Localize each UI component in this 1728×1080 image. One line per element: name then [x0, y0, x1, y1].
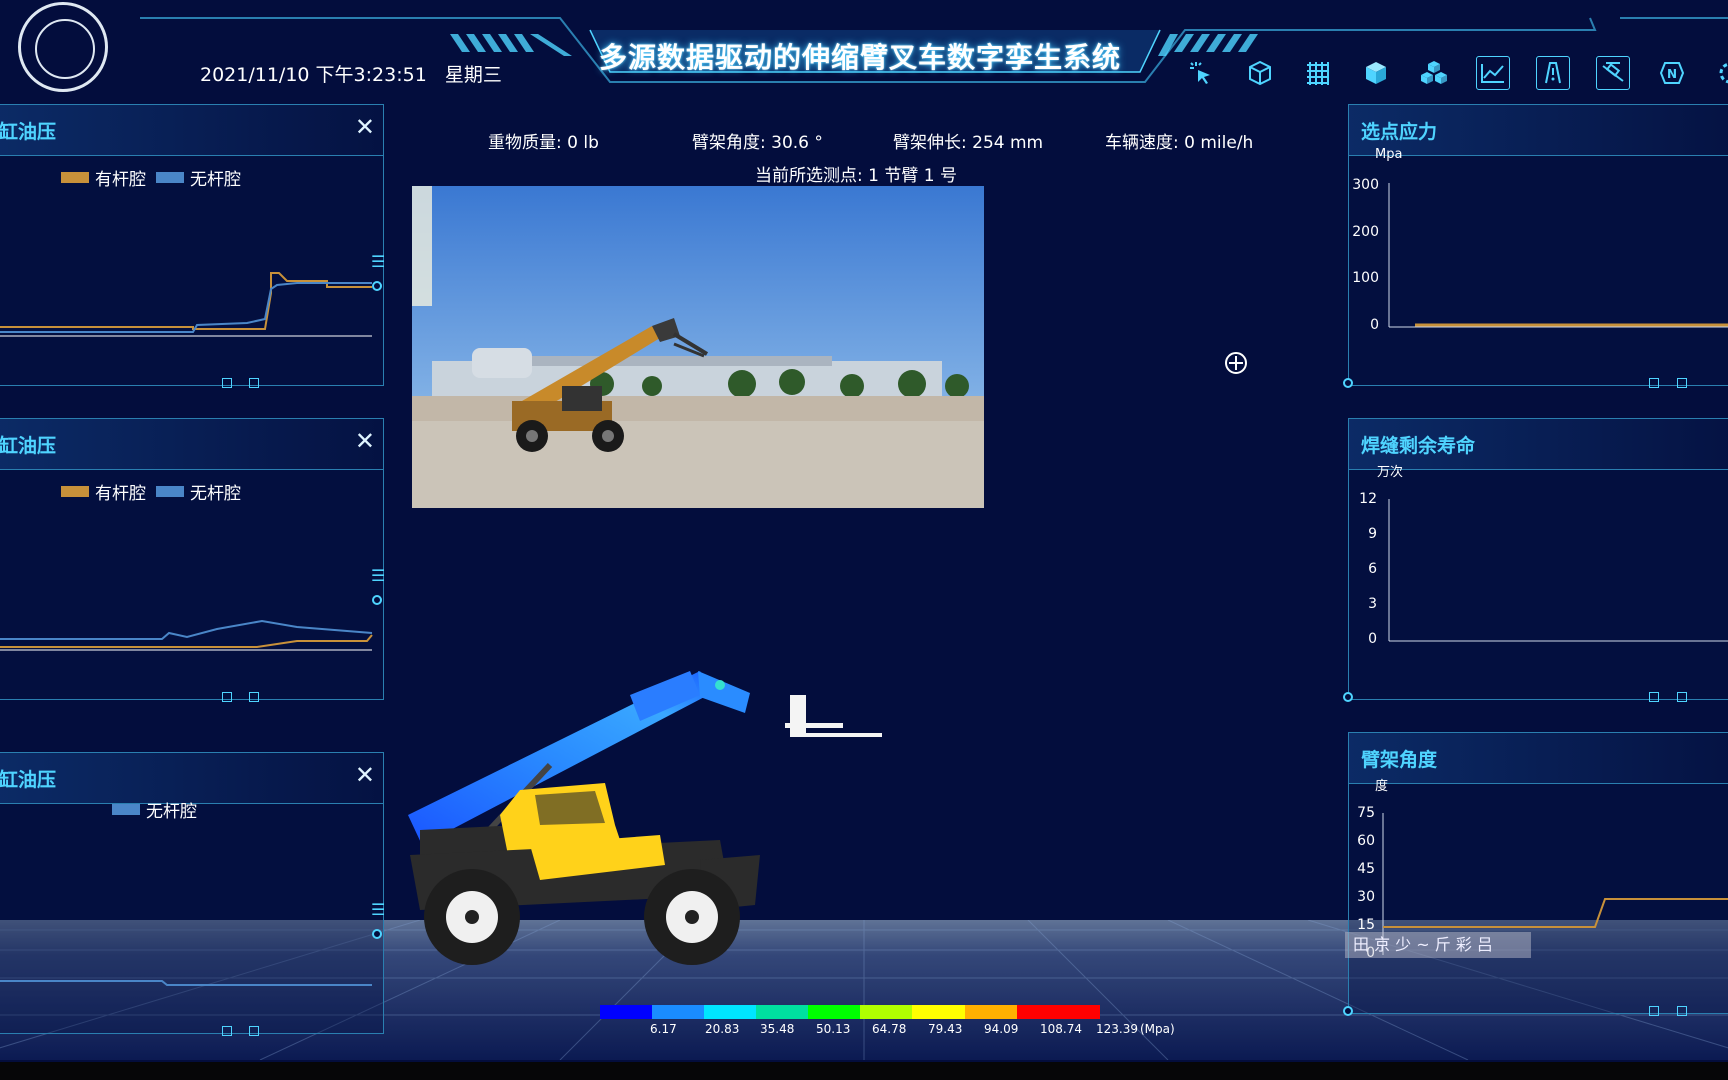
range-handle[interactable] [249, 378, 259, 388]
range-handle[interactable] [222, 692, 232, 702]
colorbar-label: 94.09 [984, 1022, 1019, 1036]
ime-toolbar[interactable]: 田 京 少 ~ 斤 彩 吕 [1345, 932, 1531, 958]
close-icon[interactable]: ✕ [355, 761, 375, 789]
drag-handle[interactable] [1343, 692, 1353, 702]
legend-swatch [61, 172, 89, 183]
range-handle[interactable] [1649, 378, 1659, 388]
drag-handle[interactable] [1343, 1006, 1353, 1016]
move-pan-icon[interactable] [1225, 352, 1247, 374]
colorbar-label: 108.74 [1040, 1022, 1082, 1036]
weld-remaining-life-panel: 焊缝剩余寿命 万次 12 9 6 3 0 [1343, 418, 1728, 702]
colorbar-unit: (Mpa) [1140, 1022, 1175, 1036]
selected-point-stress-panel: 选点应力 Mpa 300 200 100 0 [1343, 104, 1728, 388]
legend-label: 无杆腔 [146, 802, 197, 822]
compass-north-icon[interactable]: N [1655, 56, 1689, 90]
range-handle[interactable] [1649, 1006, 1659, 1016]
weld-life-chart [1388, 499, 1728, 642]
panel-header: 缸油压 ✕ [0, 419, 383, 470]
legend-swatch [156, 172, 184, 183]
range-handle[interactable] [1677, 1006, 1687, 1016]
boom-extension-readout: 臂架伸长: 254 mm [893, 133, 1044, 153]
range-handle[interactable] [222, 378, 232, 388]
vehicle-speed-readout: 车辆速度: 0 mile/h [1105, 133, 1254, 153]
legend-label: 有杆腔 [95, 170, 146, 190]
boom-angle-readout: 臂架角度: 30.6 ° [692, 133, 823, 153]
cubes-icon[interactable] [1417, 56, 1451, 90]
forklift-3d-model[interactable] [400, 655, 900, 975]
drag-handle[interactable] [372, 929, 382, 939]
range-handle[interactable] [222, 1026, 232, 1036]
cursor-click-icon[interactable] [1184, 56, 1218, 90]
camera-video-feed [412, 186, 984, 508]
colorbar-label: 6.17 [650, 1022, 677, 1036]
range-handle[interactable] [249, 1026, 259, 1036]
page-title: 多源数据驱动的伸缩臂叉车数字孪生系统 [598, 41, 1121, 74]
pressure-chart [0, 619, 373, 651]
boom-angle-chart [1382, 813, 1728, 955]
line-chart-icon[interactable] [1476, 56, 1510, 90]
legend-label: 无杆腔 [190, 484, 241, 504]
pressure-chart [0, 980, 372, 986]
menu-icon[interactable]: ☰ [371, 902, 387, 918]
left-panel-3: 缸油压 ✕ 无杆腔 ☰ [0, 752, 387, 1036]
legend-swatch [112, 804, 140, 815]
grid-icon[interactable] [1301, 56, 1335, 90]
load-mass-readout: 重物质量: 0 lb [488, 133, 599, 153]
close-icon[interactable]: ✕ [355, 113, 375, 141]
legend-label: 无杆腔 [190, 170, 241, 190]
range-handle[interactable] [1649, 692, 1659, 702]
range-handle[interactable] [1677, 378, 1687, 388]
drag-handle[interactable] [372, 595, 382, 605]
svg-text:N: N [1667, 67, 1677, 81]
range-handle[interactable] [249, 692, 259, 702]
colorbar-label: 50.13 [816, 1022, 851, 1036]
close-icon[interactable]: ✕ [355, 427, 375, 455]
university-logo [18, 2, 108, 92]
menu-icon[interactable]: ☰ [371, 254, 387, 270]
range-handle[interactable] [1677, 692, 1687, 702]
warning-icon[interactable] [1536, 56, 1570, 90]
stress-colorbar [600, 1005, 1100, 1019]
panel-title: 缸油压 [0, 435, 57, 457]
datetime-text: 2021/11/10 下午3:23:51 [200, 64, 427, 86]
boom-angle-panel: 臂架角度 度 75 60 45 30 15 0 [1343, 732, 1728, 1016]
legend-swatch [61, 486, 89, 497]
colorbar-label: 35.48 [760, 1022, 795, 1036]
left-panel-2: 缸油压 ✕ 有杆腔 无杆腔 ☰ [0, 418, 387, 702]
panel-header: 缸油压 ✕ [0, 105, 383, 156]
datetime-display: 2021/11/10 下午3:23:51 星期三 [200, 60, 502, 87]
pressure-chart [0, 272, 372, 337]
drag-handle[interactable] [372, 281, 382, 291]
settings-icon[interactable] [1710, 56, 1728, 90]
chart-legend: 有杆腔 无杆腔 [61, 479, 241, 504]
panel-title: 缸油压 [0, 121, 57, 143]
cube-solid-icon[interactable] [1359, 56, 1393, 90]
colorbar-label: 123.39 [1096, 1022, 1138, 1036]
legend-swatch [156, 486, 184, 497]
chart-legend: 无杆腔 [112, 797, 197, 822]
stress-chart [1388, 183, 1728, 328]
colorbar-label: 79.43 [928, 1022, 963, 1036]
cube-outline-icon[interactable] [1243, 56, 1277, 90]
left-panel-1: 缸油压 ✕ 有杆腔 无杆腔 ☰ [0, 104, 387, 388]
colorbar-label: 20.83 [705, 1022, 740, 1036]
weekday-text: 星期三 [444, 64, 502, 86]
legend-label: 有杆腔 [95, 484, 146, 504]
menu-icon[interactable]: ☰ [371, 568, 387, 584]
selected-point-readout: 当前所选测点: 1 节臂 1 号 [755, 166, 957, 186]
panel-title: 缸油压 [0, 769, 57, 791]
ruler-icon[interactable] [1596, 56, 1630, 90]
drag-handle[interactable] [1343, 378, 1353, 388]
chart-legend: 有杆腔 无杆腔 [61, 165, 241, 190]
bottom-bar [0, 1062, 1728, 1080]
colorbar-label: 64.78 [872, 1022, 907, 1036]
